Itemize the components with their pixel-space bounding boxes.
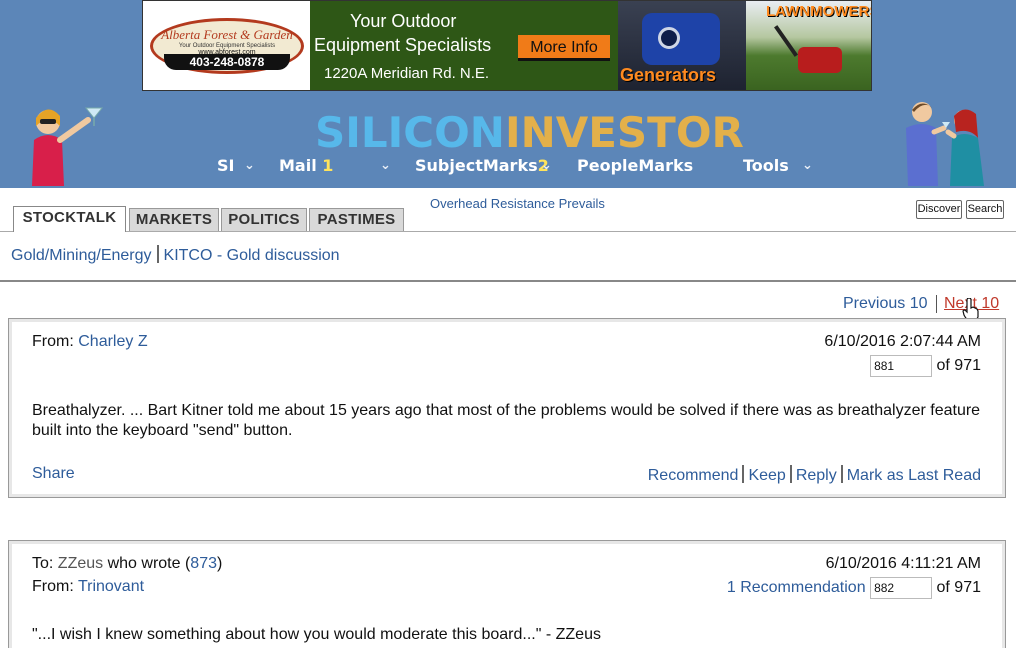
breadcrumb-category-link[interactable]: Gold/Mining/Energy — [11, 247, 152, 264]
tab-pastimes[interactable]: PASTIMES — [309, 208, 404, 232]
message-actions: Recommend Keep Reply Mark as Last Read — [648, 465, 981, 485]
mower-handle — [774, 25, 798, 57]
author-link[interactable]: Charley Z — [78, 333, 147, 350]
nav-mail-label: Mail — [279, 156, 317, 175]
thread-title-link[interactable]: Overhead Resistance Prevails — [430, 196, 605, 211]
ad-logo-name: Alberta Forest & Garden — [161, 27, 293, 42]
pager-divider — [936, 295, 937, 313]
mascot-couple-toasting-icon — [906, 102, 984, 186]
logo-silicon: SILICON — [315, 108, 505, 157]
chevron-down-icon[interactable]: ⌄ — [244, 155, 255, 177]
keep-link[interactable]: Keep — [748, 467, 785, 484]
action-divider — [840, 465, 843, 483]
breadcrumb-thread-link[interactable]: KITCO - Gold discussion — [164, 247, 340, 264]
message-to-line: To: ZZeus who wrote (873) — [32, 555, 222, 573]
message-card: To: ZZeus who wrote (873) From: Trinovan… — [8, 540, 1006, 648]
ad-headline-panel[interactable]: Your Outdoor Equipment Specialists 1220A… — [310, 1, 618, 90]
message-body: "...I wish I knew something about how yo… — [32, 626, 601, 643]
to-label: To: — [32, 555, 54, 572]
discover-button[interactable]: Discover — [916, 200, 962, 219]
author-link[interactable]: Trinovant — [78, 578, 144, 595]
ad-headline-1: Your Outdoor — [350, 11, 457, 31]
nav-peoplemarks[interactable]: PeopleMarks — [577, 155, 693, 177]
section-divider — [0, 280, 1016, 282]
message-body: Breathalyzer. ... Bart Kitner told me ab… — [32, 402, 981, 439]
from-label: From: — [32, 333, 74, 350]
message-total: of 971 — [936, 579, 981, 597]
reply-link[interactable]: Reply — [796, 467, 837, 484]
generator-image — [642, 13, 720, 65]
message-from-line: From: Trinovant — [32, 578, 144, 596]
message-from-line: From: Charley Z — [32, 333, 148, 351]
message-number-input[interactable]: 881 — [870, 355, 933, 377]
ad-logo[interactable]: Alberta Forest & Garden Your Outdoor Equ… — [144, 2, 310, 90]
chevron-down-icon[interactable]: ⌄ — [380, 155, 391, 177]
message-number-row: 1 Recommendation 882 of 971 — [727, 577, 981, 599]
ad-lawnmowers-label: LAWNMOWERS — [766, 3, 872, 20]
recommendation-count-link[interactable]: 1 Recommendation — [727, 579, 866, 596]
breadcrumb-divider — [156, 245, 159, 263]
advertisement-banner[interactable]: Alberta Forest & Garden Your Outdoor Equ… — [142, 0, 872, 91]
ad-lawnmowers-panel[interactable]: LAWNMOWERS — [746, 1, 872, 90]
nav-si[interactable]: SI — [217, 155, 234, 177]
nav-subjectmarks-label: SubjectMarks — [415, 156, 538, 175]
tab-divider — [0, 231, 1016, 232]
ad-address: 1220A Meridian Rd. N.E. — [324, 65, 490, 82]
from-label: From: — [32, 578, 74, 595]
message-total: of 971 — [936, 357, 981, 375]
ad-more-info-button[interactable]: More Info — [518, 35, 610, 61]
nav-subjectmarks[interactable]: SubjectMarks2 — [415, 155, 549, 177]
site-header: Alberta Forest & Garden Your Outdoor Equ… — [0, 0, 1016, 188]
tab-politics[interactable]: POLITICS — [221, 208, 307, 232]
tab-markets[interactable]: MARKETS — [129, 208, 219, 232]
share-link[interactable]: Share — [32, 465, 75, 483]
recommend-link[interactable]: Recommend — [648, 467, 739, 484]
nav-tools[interactable]: Tools — [743, 155, 789, 177]
message-number-input[interactable]: 882 — [870, 577, 933, 599]
who-wrote-text: who wrote ( — [107, 555, 191, 572]
chevron-down-icon[interactable]: ⌄ — [802, 155, 813, 177]
reply-to-message-link[interactable]: 873 — [190, 555, 217, 572]
recipient-link[interactable]: ZZeus — [58, 555, 103, 572]
mascot-woman-toasting-icon — [32, 107, 104, 186]
close-paren: ) — [217, 555, 223, 572]
action-divider — [789, 465, 792, 483]
lawnmower-image — [798, 47, 842, 73]
ad-generators-label: Generators — [620, 65, 717, 85]
mail-count-badge: 1 — [322, 156, 334, 175]
nav-mail[interactable]: Mail 1 — [279, 155, 333, 177]
site-logo[interactable]: SILICONINVESTOR — [315, 108, 744, 158]
search-button[interactable]: Search — [966, 200, 1004, 219]
chevron-down-icon[interactable]: ⌄ — [541, 155, 552, 177]
action-divider — [742, 465, 745, 483]
breadcrumb: Gold/Mining/Energy KITCO - Gold discussio… — [11, 245, 340, 265]
message-date: 6/10/2016 2:07:44 AM — [824, 333, 981, 350]
message-card: From: Charley Z 6/10/2016 2:07:44 AM 881… — [8, 318, 1006, 498]
tab-stocktalk[interactable]: STOCKTALK — [13, 206, 126, 232]
ad-logo-phone: 403-248-0878 — [164, 54, 290, 70]
generator-detail — [658, 27, 680, 49]
logo-investor: INVESTOR — [504, 108, 744, 157]
message-date: 6/10/2016 4:11:21 AM — [825, 555, 981, 572]
mark-as-last-read-link[interactable]: Mark as Last Read — [847, 467, 981, 484]
ad-headline-2: Equipment Specialists — [314, 35, 492, 55]
message-number-row: 881 of 971 — [870, 355, 981, 377]
previous-10-link[interactable]: Previous 10 — [843, 295, 928, 313]
ad-generators-panel[interactable]: Generators — [618, 1, 746, 90]
